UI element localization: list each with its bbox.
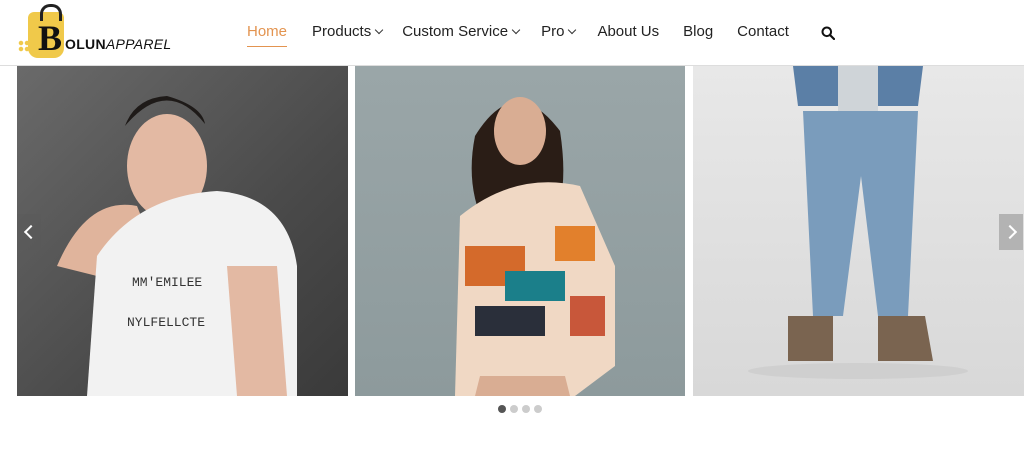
chevron-down-icon (568, 25, 577, 35)
slider-dot-3[interactable] (522, 405, 530, 413)
chevron-down-icon (374, 25, 384, 35)
nav-item-about-us[interactable]: About Us (597, 22, 659, 47)
site-header: B OLUNAPPAREL Home Products Custom Servi… (0, 0, 1024, 66)
logo-text-bold: OLUN (65, 36, 106, 52)
logo-text: OLUNAPPAREL (65, 36, 172, 52)
slider-dot-1[interactable] (498, 405, 506, 413)
chevron-left-icon (23, 224, 39, 240)
svg-text:MM'EMILEE: MM'EMILEE (132, 275, 202, 290)
chevron-down-icon (511, 25, 521, 35)
main-nav: Home Products Custom Service Pro About U… (247, 22, 789, 47)
slide-image-2[interactable] (355, 66, 685, 396)
nav-item-contact[interactable]: Contact (737, 22, 789, 47)
brand-logo[interactable]: B OLUNAPPAREL (18, 4, 178, 62)
logo-text-rest: APPAREL (105, 36, 172, 52)
search-icon[interactable] (821, 26, 835, 40)
slide-3-illustration (748, 66, 968, 379)
slide-1-illustration: MM'EMILEE NYLFELLCTE (57, 96, 297, 396)
nav-item-custom-service[interactable]: Custom Service (402, 22, 521, 47)
slide-2-illustration (455, 97, 615, 396)
slider-pagination (498, 405, 546, 413)
chevron-right-icon (1002, 224, 1018, 240)
slider-next-button[interactable] (999, 214, 1023, 250)
slider-dot-2[interactable] (510, 405, 518, 413)
slider-dot-4[interactable] (534, 405, 542, 413)
nav-item-pro[interactable]: Pro (541, 22, 577, 47)
nav-item-home[interactable]: Home (247, 22, 288, 47)
slider-prev-button[interactable] (17, 214, 41, 250)
nav-item-blog[interactable]: Blog (683, 22, 713, 47)
slide-image-1[interactable]: MM'EMILEE NYLFELLCTE (17, 66, 348, 396)
svg-text:NYLFELLCTE: NYLFELLCTE (127, 315, 205, 330)
nav-item-products[interactable]: Products (312, 22, 384, 47)
slide-image-3[interactable] (693, 66, 1024, 396)
logo-letter: B (38, 18, 63, 58)
